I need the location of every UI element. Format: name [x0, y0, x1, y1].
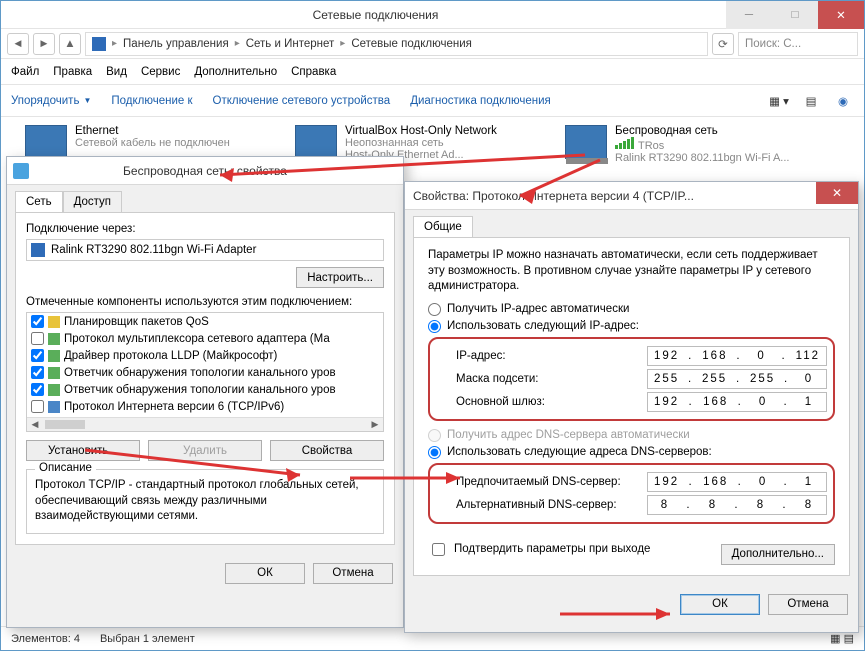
component-icon [48, 384, 60, 396]
component-icon [48, 333, 60, 345]
list-item[interactable]: Ответчик обнаружения топологии канальног… [27, 381, 383, 398]
breadcrumb-part[interactable]: Панель управления [123, 38, 229, 50]
component-icon [48, 316, 60, 328]
tool-diagnose[interactable]: Диагностика подключения [410, 95, 551, 107]
component-icon [48, 401, 60, 413]
ip-address-input[interactable]: 192.168.0.112 [647, 346, 827, 366]
component-icon [48, 350, 60, 362]
refresh-button[interactable]: ⟳ [712, 33, 734, 55]
toolbar: Упорядочить▼ Подключение к Отключение се… [1, 85, 864, 117]
up-button[interactable]: ▲ [59, 33, 81, 55]
network-adapter-icon [25, 125, 67, 159]
close-button[interactable]: ✕ [818, 1, 864, 29]
help-icon[interactable]: ◉ [832, 90, 854, 112]
tab-body-network: Подключение через: Ralink RT3290 802.11b… [15, 212, 395, 545]
tab-body-general: Параметры IP можно назначать автоматичес… [413, 237, 850, 576]
radio-dns-auto: Получить адрес DNS-сервера автоматически [428, 429, 835, 442]
breadcrumb[interactable]: ▸ Панель управления ▸ Сеть и Интернет ▸ … [85, 32, 708, 56]
tool-disable[interactable]: Отключение сетевого устройства [213, 95, 391, 107]
cancel-button[interactable]: Отмена [768, 594, 848, 615]
adapter-icon [31, 243, 45, 257]
cancel-button[interactable]: Отмена [313, 563, 393, 584]
back-button[interactable]: ◄ [7, 33, 29, 55]
view-icon[interactable]: ▦ ▾ [768, 90, 790, 112]
highlight-dns-block: Предпочитаемый DNS-сервер: 192.168.0.1 А… [428, 463, 835, 524]
subnet-mask-input[interactable]: 255.255.255.0 [647, 369, 827, 389]
close-button[interactable]: ✕ [816, 182, 858, 204]
menu-bar: Файл Правка Вид Сервис Дополнительно Спр… [1, 59, 864, 85]
description-group: Описание Протокол TCP/IP - стандартный п… [26, 469, 384, 534]
confirm-on-exit[interactable]: Подтвердить параметры при выходе Дополни… [428, 534, 835, 565]
menu-advanced[interactable]: Дополнительно [194, 66, 277, 78]
control-panel-icon [92, 37, 106, 51]
network-adapter-icon [295, 125, 337, 159]
dns1-input[interactable]: 192.168.0.1 [647, 472, 827, 492]
radio-ip-auto[interactable]: Получить IP-адрес автоматически [428, 303, 835, 316]
radio-ip-manual[interactable]: Использовать следующий IP-адрес: [428, 320, 835, 333]
gateway-input[interactable]: 192.168.0.1 [647, 392, 827, 412]
tool-connect[interactable]: Подключение к [111, 95, 192, 107]
signal-icon [615, 137, 634, 149]
configure-button[interactable]: Настроить... [296, 267, 384, 288]
dialog-title: Беспроводная сеть: свойства [7, 157, 403, 185]
ok-button[interactable]: ОК [680, 594, 760, 615]
adapter-field[interactable]: Ralink RT3290 802.11bgn Wi-Fi Adapter [26, 239, 384, 261]
advanced-button[interactable]: Дополнительно... [721, 544, 835, 565]
ok-button[interactable]: ОК [225, 563, 305, 584]
list-item[interactable]: Планировщик пакетов QoS [27, 313, 383, 330]
dialog-title: Свойства: Протокол Интернета версии 4 (T… [405, 182, 858, 210]
search-input[interactable]: Поиск: С... [738, 32, 858, 56]
breadcrumb-part[interactable]: Сетевые подключения [351, 38, 472, 50]
list-item[interactable]: Ответчик обнаружения топологии канальног… [27, 364, 383, 381]
dns2-input[interactable]: 8.8.8.8 [647, 495, 827, 515]
properties-button[interactable]: Свойства [270, 440, 384, 461]
forward-button[interactable]: ► [33, 33, 55, 55]
network-adapter-icon [565, 125, 607, 159]
minimize-button[interactable]: ─ [726, 1, 772, 29]
install-button[interactable]: Установить... [26, 440, 140, 461]
horizontal-scrollbar[interactable]: ◄► [27, 417, 383, 431]
dialog-adapter-properties: Беспроводная сеть: свойства Сеть Доступ … [6, 156, 404, 628]
list-item[interactable]: Драйвер протокола LLDP (Майкрософт) [27, 347, 383, 364]
menu-tools[interactable]: Сервис [141, 66, 180, 78]
menu-edit[interactable]: Правка [53, 66, 92, 78]
window-title: Сетевые подключения [25, 8, 726, 22]
view-mode-icon[interactable]: ▦ ▤ [830, 632, 854, 645]
dialog-ipv4-properties: Свойства: Протокол Интернета версии 4 (T… [404, 181, 859, 633]
components-list[interactable]: Планировщик пакетов QoS Протокол мультип… [26, 312, 384, 432]
titlebar: Сетевые подключения ─ □ ✕ [1, 1, 864, 29]
remove-button: Удалить [148, 440, 262, 461]
status-count: Элементов: 4 [11, 633, 80, 645]
breadcrumb-part[interactable]: Сеть и Интернет [246, 38, 335, 50]
status-selected: Выбран 1 элемент [100, 633, 195, 645]
component-icon [48, 367, 60, 379]
tab-general[interactable]: Общие [413, 216, 473, 237]
tab-sharing[interactable]: Доступ [63, 191, 122, 212]
connection-wireless[interactable]: Беспроводная сеть TRos Ralink RT3290 802… [561, 121, 841, 168]
tool-organize[interactable]: Упорядочить▼ [11, 95, 91, 107]
menu-view[interactable]: Вид [106, 66, 127, 78]
preview-pane-icon[interactable]: ▤ [800, 90, 822, 112]
wifi-icon [13, 163, 29, 179]
maximize-button[interactable]: □ [772, 1, 818, 29]
highlight-ip-block: IP-адрес: 192.168.0.112 Маска подсети: 2… [428, 337, 835, 421]
list-item[interactable]: Протокол Интернета версии 6 (TCP/IPv6) [27, 398, 383, 415]
navigation-bar: ◄ ► ▲ ▸ Панель управления ▸ Сеть и Интер… [1, 29, 864, 59]
tab-network[interactable]: Сеть [15, 191, 63, 212]
list-item[interactable]: Протокол мультиплексора сетевого адаптер… [27, 330, 383, 347]
menu-file[interactable]: Файл [11, 66, 39, 78]
radio-dns-manual[interactable]: Использовать следующие адреса DNS-сервер… [428, 446, 835, 459]
menu-help[interactable]: Справка [291, 66, 336, 78]
